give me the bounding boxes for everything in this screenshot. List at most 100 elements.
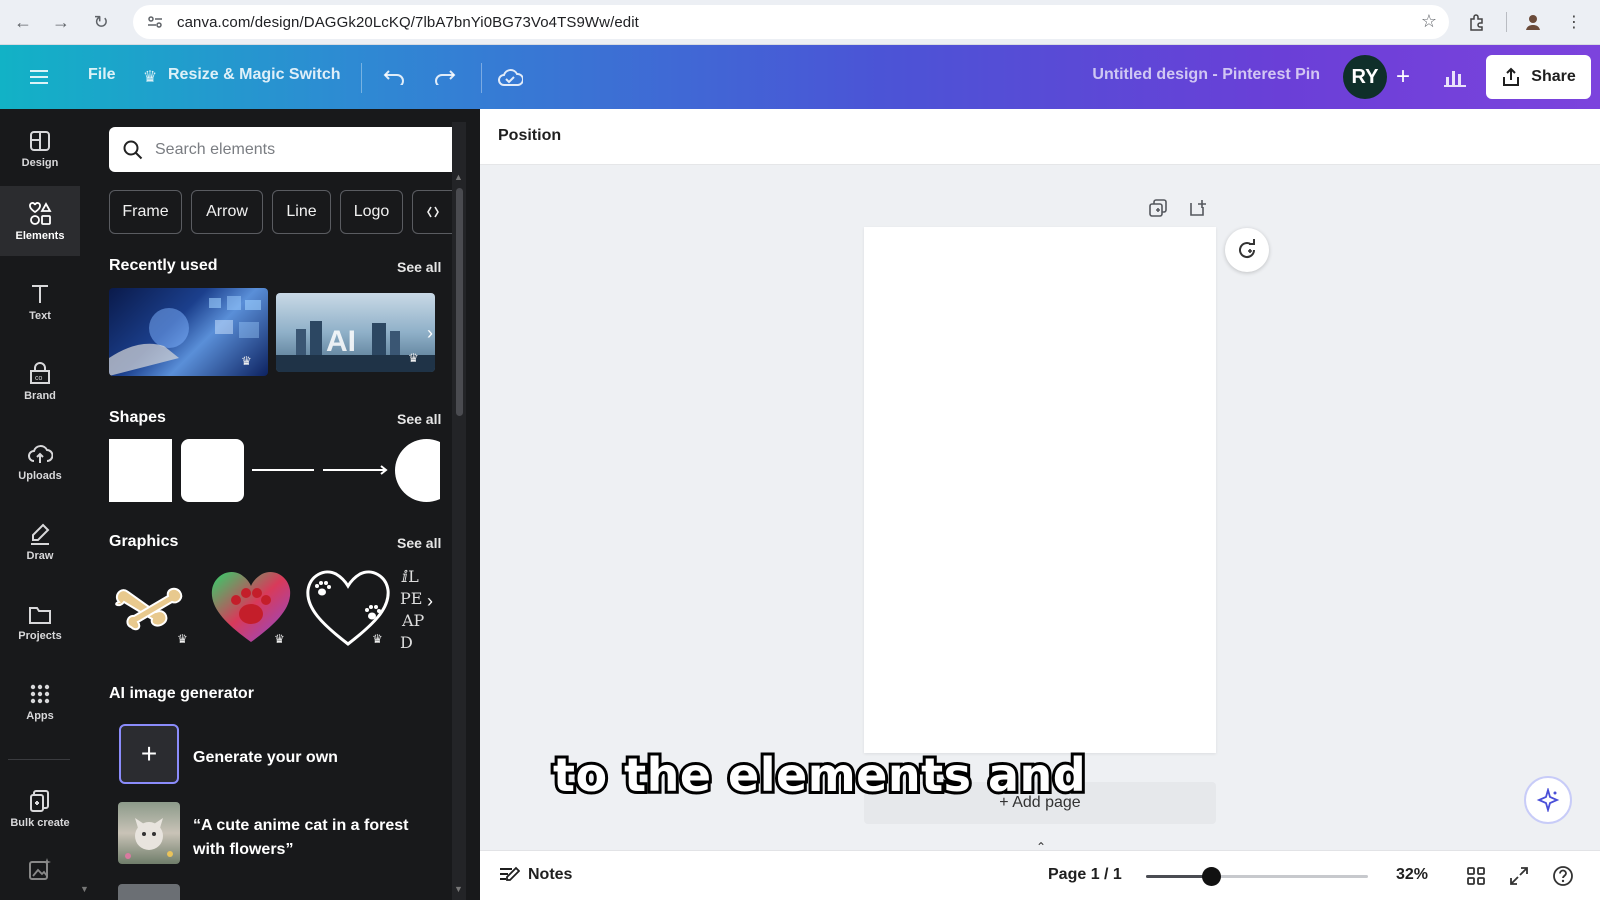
user-avatar[interactable]: RY [1343, 55, 1387, 99]
hamburger-menu-icon[interactable] [25, 63, 53, 91]
add-page-icon[interactable] [1186, 196, 1210, 220]
generate-your-own-label[interactable]: Generate your own [193, 749, 338, 767]
design-page[interactable] [864, 227, 1216, 753]
see-all-graphics-link[interactable]: See all [397, 535, 441, 551]
address-bar[interactable]: canva.com/design/DAGGk20LcKQ/7lbA7bnYi0B… [133, 5, 1449, 39]
svg-text:co: co [35, 375, 43, 382]
rail-divider [8, 759, 70, 760]
prompt-example-text[interactable]: “A cute anime cat in a forest with flowe… [193, 814, 443, 862]
reload-icon[interactable]: ↻ [88, 9, 114, 35]
forward-icon[interactable]: → [48, 9, 74, 35]
zoom-level[interactable]: 32% [1396, 866, 1428, 884]
rail-label: Projects [18, 629, 62, 642]
undo-icon[interactable] [380, 63, 408, 91]
recent-thumbnail-business-chart[interactable]: ♛ [109, 288, 268, 376]
rail-item-projects[interactable]: Projects [0, 586, 80, 656]
search-input[interactable] [155, 140, 435, 159]
rail-item-draw[interactable]: Draw [0, 506, 80, 576]
scroll-up-arrow-icon[interactable]: ▲ [454, 172, 463, 182]
duplicate-page-icon[interactable] [1146, 196, 1170, 220]
rail-item-text[interactable]: Text [0, 266, 80, 336]
bookmark-star-icon[interactable]: ☆ [1421, 11, 1437, 32]
insights-chart-icon[interactable] [1441, 63, 1469, 91]
editor-header: File ♛ Resize & Magic Switch Untitled de… [0, 45, 1600, 109]
shape-arrow[interactable] [323, 464, 389, 476]
shapes-next-arrow-icon[interactable]: › [420, 456, 440, 480]
premium-crown-icon: ♛ [274, 632, 285, 646]
profile-icon[interactable] [1520, 9, 1546, 35]
recent-next-arrow-icon[interactable]: › [420, 321, 440, 345]
search-box[interactable] [109, 127, 461, 172]
share-button[interactable]: Share [1486, 55, 1591, 99]
file-menu[interactable]: File [88, 66, 116, 84]
prompt-example-cat-thumbnail[interactable] [118, 802, 180, 864]
projects-icon [29, 606, 51, 624]
fullscreen-icon[interactable] [1506, 863, 1532, 889]
notes-icon [500, 866, 520, 881]
rail-item-magic-media[interactable] [0, 844, 80, 894]
panel-scrollbar-thumb[interactable] [456, 188, 463, 416]
rail-label: Brand [24, 389, 56, 402]
rail-label: Design [21, 156, 59, 169]
add-collaborator-icon[interactable]: + [1389, 63, 1417, 91]
chip-overflow-icon [426, 206, 439, 218]
browser-menu-icon[interactable]: ⋮ [1561, 9, 1587, 35]
search-icon [123, 140, 143, 159]
rail-item-uploads[interactable]: Uploads [0, 426, 80, 496]
shape-line[interactable] [252, 465, 316, 475]
redo-icon[interactable] [431, 63, 459, 91]
premium-crown-icon: ♛ [372, 632, 383, 646]
chip-arrow[interactable]: Arrow [191, 190, 263, 234]
graphic-dog-bones[interactable]: ♛ [109, 562, 199, 652]
magic-media-icon [29, 858, 51, 880]
graphics-next-arrow-icon[interactable]: › [420, 589, 440, 613]
cloud-saved-icon[interactable] [496, 63, 524, 91]
grid-view-icon[interactable] [1463, 863, 1489, 889]
chip-frame[interactable]: Frame [109, 190, 182, 234]
zoom-slider[interactable] [1146, 867, 1368, 886]
notes-button[interactable]: Notes [498, 865, 572, 885]
shape-rounded-square[interactable] [181, 439, 244, 502]
design-icon [30, 130, 50, 151]
svg-text:ΑP: ΑP [401, 611, 425, 630]
rail-item-design[interactable]: Design [0, 113, 80, 183]
zoom-slider-handle[interactable] [1202, 867, 1222, 886]
help-icon[interactable] [1550, 863, 1576, 889]
brand-icon: co [30, 361, 50, 384]
header-divider [481, 63, 482, 93]
rail-item-brand[interactable]: co Brand [0, 346, 80, 416]
extensions-icon[interactable] [1464, 9, 1490, 35]
rail-label: Text [29, 309, 51, 322]
bulk-create-icon [30, 789, 49, 812]
recent-thumbnail-ai-city[interactable]: AI ♛ [276, 293, 435, 372]
chip-logo[interactable]: Logo [340, 190, 403, 234]
rail-scroll-down-arrow-icon[interactable]: ▼ [80, 884, 89, 894]
page-indicator[interactable]: Page 1 / 1 [1048, 866, 1122, 884]
rail-item-apps[interactable]: Apps [0, 666, 80, 736]
canva-assistant-button[interactable] [1524, 776, 1572, 824]
header-divider [361, 63, 362, 93]
position-button[interactable]: Position [498, 127, 561, 145]
see-all-recent-link[interactable]: See all [397, 259, 441, 275]
refresh-page-button[interactable] [1225, 228, 1269, 272]
resize-magic-switch-button[interactable]: Resize & Magic Switch [168, 66, 341, 84]
shape-square[interactable] [109, 439, 172, 502]
section-title-shapes: Shapes [109, 409, 166, 426]
prompt-example-thumbnail-partial[interactable] [118, 884, 180, 900]
sparkle-icon [1536, 788, 1560, 812]
site-settings-icon[interactable] [145, 12, 165, 32]
see-all-shapes-link[interactable]: See all [397, 411, 441, 427]
scroll-down-arrow-icon[interactable]: ▼ [454, 884, 463, 894]
section-title-graphics: Graphics [109, 533, 179, 550]
share-upload-icon [1503, 67, 1520, 86]
graphic-paw-heart-outline[interactable]: ♛ [302, 562, 394, 652]
back-icon[interactable]: ← [10, 9, 36, 35]
chip-more[interactable] [412, 190, 452, 234]
document-title[interactable]: Untitled design - Pinterest Pin [1060, 66, 1320, 84]
chip-line[interactable]: Line [272, 190, 331, 234]
graphic-paw-heart[interactable]: ♛ [206, 562, 296, 652]
rail-item-bulk-create[interactable]: Bulk create [0, 773, 80, 843]
generate-your-own-button[interactable]: + [119, 724, 179, 784]
rail-item-elements[interactable]: Elements [0, 186, 80, 256]
rail-label: Draw [26, 549, 54, 562]
